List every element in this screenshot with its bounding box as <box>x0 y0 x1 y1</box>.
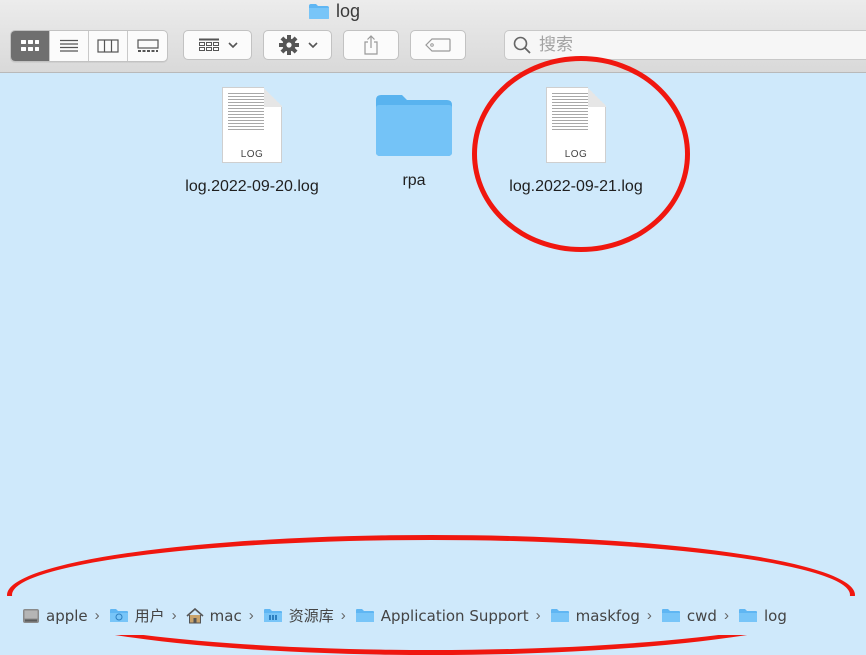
gear-icon <box>278 35 299 55</box>
chevron-right-icon: › <box>646 607 652 624</box>
folder-icon <box>374 92 454 158</box>
path-item-label: cwd <box>686 606 717 625</box>
gallery-icon <box>136 39 159 52</box>
file-extension-label: LOG <box>240 149 264 160</box>
folder-item-rpa[interactable]: rpa <box>334 92 494 193</box>
chevron-right-icon: › <box>171 607 177 624</box>
search-icon <box>513 36 531 54</box>
file-item-log-2022-09-21[interactable]: LOG log.2022-09-21.log <box>496 87 656 199</box>
log-document-icon: LOG <box>546 87 606 163</box>
search-input[interactable] <box>537 34 841 56</box>
file-item-log-2022-09-20[interactable]: LOG log.2022-09-20.log <box>172 87 332 199</box>
file-name: log.2022-09-20.log <box>185 178 319 195</box>
path-item-mac[interactable]: mac <box>186 607 242 625</box>
path-item-log[interactable]: log <box>738 607 787 625</box>
search-field[interactable] <box>504 30 866 60</box>
folder-icon <box>738 609 757 622</box>
disk-icon <box>23 608 39 623</box>
path-item-label: Application Support <box>380 606 529 625</box>
chevron-right-icon: › <box>535 607 541 624</box>
folder-icon <box>661 609 680 622</box>
path-item-label: apple <box>46 606 88 625</box>
path-item-label: 用户 <box>134 607 165 625</box>
icon-view-button[interactable] <box>11 31 50 61</box>
window-title: log <box>308 0 360 22</box>
path-item-label: mac <box>209 606 242 625</box>
window-title-text: log <box>336 0 361 21</box>
action-menu-button[interactable] <box>263 30 332 60</box>
path-item-library[interactable]: 资源库 <box>263 605 334 626</box>
path-item-cwd[interactable]: cwd <box>661 607 717 625</box>
tag-icon <box>425 38 451 52</box>
log-document-icon: LOG <box>222 87 282 163</box>
file-extension-label: LOG <box>564 149 588 160</box>
red-annotation-ellipse <box>7 535 855 655</box>
icon-grid-icon <box>21 40 39 51</box>
column-view-button[interactable] <box>89 31 128 61</box>
window-toolbar: log <box>0 0 866 73</box>
list-view-button[interactable] <box>50 31 89 61</box>
group-grid-icon <box>198 38 219 51</box>
share-button[interactable] <box>343 30 399 60</box>
group-by-button[interactable] <box>183 30 252 60</box>
folder-icon <box>550 609 569 622</box>
chevron-right-icon: › <box>248 607 254 624</box>
list-icon <box>60 39 78 52</box>
tags-button[interactable] <box>410 30 466 60</box>
library-folder-icon <box>263 609 282 622</box>
file-name: log.2022-09-21.log <box>509 178 643 195</box>
path-item-apple[interactable]: apple <box>22 607 88 625</box>
chevron-down-icon <box>307 41 318 48</box>
chevron-right-icon: › <box>723 607 729 624</box>
gallery-view-button[interactable] <box>128 31 167 61</box>
chevron-right-icon: › <box>340 607 346 624</box>
path-bar: apple › 用户 › mac › 资源库 › Application Sup… <box>0 596 866 635</box>
folder-icon <box>355 609 374 622</box>
path-item-maskfog[interactable]: maskfog <box>550 607 640 625</box>
path-item-application-support[interactable]: Application Support <box>355 607 529 625</box>
folder-icon <box>308 3 330 20</box>
users-folder-icon <box>109 609 128 622</box>
path-item-label: maskfog <box>575 606 640 625</box>
home-icon <box>186 607 204 623</box>
share-icon <box>364 35 378 55</box>
path-item-label: 资源库 <box>288 607 334 625</box>
view-mode-segment <box>10 30 168 62</box>
path-item-users[interactable]: 用户 <box>109 605 165 626</box>
chevron-right-icon: › <box>94 607 100 624</box>
folder-name: rpa <box>402 172 426 189</box>
path-item-label: log <box>763 606 787 625</box>
chevron-down-icon <box>227 41 238 48</box>
columns-icon <box>97 39 119 53</box>
